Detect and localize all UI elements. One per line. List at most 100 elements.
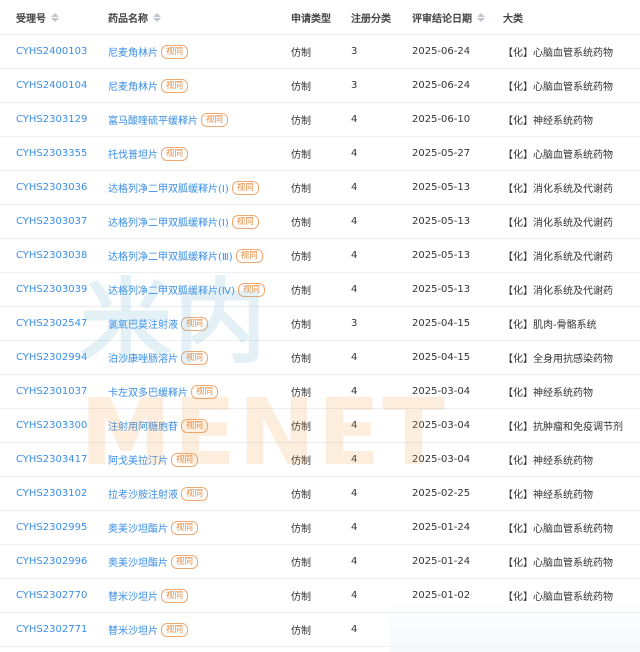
table-row: CYHS2302771 替米沙坦片 视同 仿制 4 — [0, 613, 640, 647]
drug-name-link[interactable]: 尼麦角林片 — [108, 78, 158, 93]
registration-class: 4 — [351, 148, 358, 159]
table-row: CYHS2303102 拉考沙胺注射液 视同 仿制 4 2025-02-25 【化… — [0, 477, 640, 511]
drug-category: 【化】神经系统药物 — [503, 490, 593, 501]
application-code-link[interactable]: CYHS2303300 — [16, 420, 87, 431]
equivalence-tag: 视同 — [201, 112, 229, 127]
drug-name-link[interactable]: 卡左双多巴缓释片 — [108, 384, 188, 399]
application-code-link[interactable]: CYHS2302995 — [16, 522, 87, 533]
drug-name-link[interactable]: 替米沙坦片 — [108, 588, 158, 603]
drug-category: 【化】神经系统药物 — [503, 456, 593, 467]
table-row: CYHS2301037 卡左双多巴缓释片 视同 仿制 4 2025-03-04 【… — [0, 375, 640, 409]
application-code-link[interactable]: CYHS2303037 — [16, 216, 87, 227]
equivalence-tag: 视同 — [161, 622, 189, 637]
drug-name-link[interactable]: 富马酸喹硫平缓释片 — [108, 112, 198, 127]
application-code-link[interactable]: CYHS2303355 — [16, 148, 87, 159]
equivalence-tag: 视同 — [191, 384, 219, 399]
application-code-link[interactable]: CYHS2301037 — [16, 386, 87, 397]
equivalence-tag: 视同 — [235, 248, 263, 263]
table-row: CYHS2400103 尼麦角林片 视同 仿制 3 2025-06-24 【化】心… — [0, 35, 640, 69]
application-code-link[interactable]: CYHS2303417 — [16, 454, 87, 465]
drug-name-link[interactable]: 达格列净二甲双胍缓释片(Ⅰ) — [108, 214, 229, 229]
equivalence-tag: 视同 — [171, 554, 199, 569]
registration-class: 4 — [351, 114, 358, 125]
table-row: CYHS2302770 替米沙坦片 视同 仿制 4 2025-01-02 【化】心… — [0, 579, 640, 613]
equivalence-tag: 视同 — [181, 486, 209, 501]
equivalence-tag: 视同 — [181, 316, 209, 331]
drug-name-link[interactable]: 奥美沙坦酯片 — [108, 554, 168, 569]
drug-name-link[interactable]: 达格列净二甲双胍缓释片(Ⅳ) — [108, 282, 235, 297]
table-row: CYHS2302547 氯氧巴莫注射液 视同 仿制 3 2025-04-15 【化… — [0, 307, 640, 341]
application-code-link[interactable]: CYHS2400103 — [16, 46, 87, 57]
drug-category: 【化】神经系统药物 — [503, 388, 593, 399]
review-date: 2025-03-04 — [412, 386, 471, 397]
drug-name-link[interactable]: 注射用阿糖胞苷 — [108, 418, 178, 433]
equivalence-tag: 视同 — [231, 180, 259, 195]
equivalence-tag: 视同 — [181, 350, 209, 365]
drug-name-link[interactable]: 托伐普坦片 — [108, 146, 158, 161]
application-code-link[interactable]: CYHS2303102 — [16, 488, 87, 499]
drug-category: 【化】消化系统及代谢药 — [503, 184, 613, 195]
application-code-link[interactable]: CYHS2302771 — [16, 624, 87, 635]
drug-name-link[interactable]: 达格列净二甲双胍缓释片(Ⅰ) — [108, 180, 229, 195]
application-code-link[interactable]: CYHS2302547 — [16, 318, 87, 329]
header-date[interactable]: 评审结论日期 — [412, 0, 485, 34]
drug-category: 【化】神经系统药物 — [503, 116, 593, 127]
drug-name-link[interactable]: 阿戈美拉汀片 — [108, 452, 168, 467]
drug-name-link[interactable]: 替米沙坦片 — [108, 622, 158, 637]
equivalence-tag: 视同 — [161, 588, 189, 603]
registration-class: 4 — [351, 386, 358, 397]
table-row: CYHS2303417 阿戈美拉汀片 视同 仿制 4 2025-03-04 【化】… — [0, 443, 640, 477]
application-type: 仿制 — [291, 456, 311, 467]
review-date: 2025-05-13 — [412, 284, 471, 295]
application-code-link[interactable]: CYHS2302770 — [16, 590, 87, 601]
application-type: 仿制 — [291, 150, 311, 161]
application-code-link[interactable]: CYHS2302996 — [16, 556, 87, 567]
application-code-link[interactable]: CYHS2303036 — [16, 182, 87, 193]
table-row: CYHS2303038 达格列净二甲双胍缓释片(Ⅲ) 视同 仿制 4 2025-0… — [0, 239, 640, 273]
application-type: 仿制 — [291, 388, 311, 399]
drug-name-link[interactable]: 氯氧巴莫注射液 — [108, 316, 178, 331]
review-date: 2025-04-15 — [412, 318, 471, 329]
drug-name-link[interactable]: 达格列净二甲双胍缓释片(Ⅲ) — [108, 248, 233, 263]
review-date: 2025-06-24 — [412, 46, 471, 57]
header-class: 注册分类 — [351, 13, 391, 25]
review-date: 2025-01-24 — [412, 522, 471, 533]
drug-name-link[interactable]: 尼麦角林片 — [108, 44, 158, 59]
application-type: 仿制 — [291, 286, 311, 297]
equivalence-tag: 视同 — [161, 44, 189, 59]
header-type: 申请类型 — [291, 13, 331, 25]
application-type: 仿制 — [291, 320, 311, 331]
drug-category: 【化】消化系统及代谢药 — [503, 252, 613, 263]
drug-name-link[interactable]: 奥美沙坦酯片 — [108, 520, 168, 535]
header-name[interactable]: 药品名称 — [108, 0, 161, 34]
drug-name-link[interactable]: 泊沙康唑肠溶片 — [108, 350, 178, 365]
registration-class: 4 — [351, 522, 358, 533]
header-code[interactable]: 受理号 — [16, 0, 59, 34]
application-type: 仿制 — [291, 218, 311, 229]
sort-icon[interactable] — [153, 12, 161, 22]
application-type: 仿制 — [291, 490, 311, 501]
application-code-link[interactable]: CYHS2302994 — [16, 352, 87, 363]
registration-class: 3 — [351, 318, 358, 329]
equivalence-tag: 视同 — [231, 214, 259, 229]
drug-category: 【化】肌肉-骨骼系统 — [503, 320, 597, 331]
table-row: CYHS2400104 尼麦角林片 视同 仿制 3 2025-06-24 【化】心… — [0, 69, 640, 103]
review-date: 2025-06-24 — [412, 80, 471, 91]
application-code-link[interactable]: CYHS2400104 — [16, 80, 87, 91]
sort-icon[interactable] — [477, 12, 485, 22]
equivalence-tag: 视同 — [161, 78, 189, 93]
review-date: 2025-05-13 — [412, 216, 471, 227]
review-date: 2025-01-24 — [412, 556, 471, 567]
registration-class: 4 — [351, 420, 358, 431]
review-date: 2025-01-02 — [412, 590, 471, 601]
registration-class: 4 — [351, 624, 358, 635]
sort-icon[interactable] — [51, 12, 59, 22]
equivalence-tag: 视同 — [238, 282, 266, 297]
application-code-link[interactable]: CYHS2303039 — [16, 284, 87, 295]
application-code-link[interactable]: CYHS2303129 — [16, 114, 87, 125]
equivalence-tag: 视同 — [161, 146, 189, 161]
drug-name-link[interactable]: 拉考沙胺注射液 — [108, 486, 178, 501]
table-row: CYHS2303037 达格列净二甲双胍缓释片(Ⅰ) 视同 仿制 4 2025-0… — [0, 205, 640, 239]
application-code-link[interactable]: CYHS2303038 — [16, 250, 87, 261]
application-type: 仿制 — [291, 524, 311, 535]
